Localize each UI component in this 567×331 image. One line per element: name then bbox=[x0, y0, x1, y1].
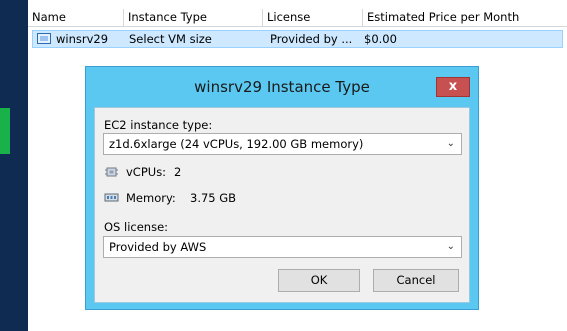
vm-icon bbox=[37, 33, 51, 44]
instance-type-label: EC2 instance type: bbox=[104, 118, 213, 132]
column-header-instance-type[interactable]: Instance Type bbox=[124, 9, 263, 26]
table-row[interactable]: winsrv29 Select VM size Provided by ... … bbox=[32, 30, 563, 48]
memory-label: Memory: bbox=[126, 191, 176, 205]
cell-instance-type: Select VM size bbox=[129, 32, 212, 46]
cpu-icon bbox=[105, 167, 118, 177]
vcpus-label: vCPUs: bbox=[126, 165, 167, 179]
instance-type-dialog: winsrv29 Instance Type x EC2 instance ty… bbox=[85, 66, 479, 310]
os-license-label: OS license: bbox=[104, 220, 169, 234]
cell-license: Provided by ... bbox=[270, 32, 353, 46]
vcpus-value: 2 bbox=[174, 165, 182, 179]
instance-type-selected-value: z1d.6xlarge (24 vCPUs, 192.00 GB memory) bbox=[109, 137, 364, 151]
column-header-license[interactable]: License bbox=[263, 9, 363, 26]
instance-type-select[interactable]: z1d.6xlarge (24 vCPUs, 192.00 GB memory)… bbox=[103, 133, 462, 155]
chevron-down-icon: ⌄ bbox=[446, 138, 455, 149]
cancel-button[interactable]: Cancel bbox=[373, 269, 459, 292]
os-license-select[interactable]: Provided by AWS ⌄ bbox=[103, 236, 462, 258]
os-license-selected-value: Provided by AWS bbox=[109, 240, 207, 254]
memory-value: 3.75 GB bbox=[190, 191, 237, 205]
close-button[interactable]: x bbox=[436, 77, 470, 97]
cell-name: winsrv29 bbox=[56, 32, 109, 46]
column-header-name[interactable]: Name bbox=[28, 9, 124, 26]
close-icon: x bbox=[448, 79, 458, 94]
memory-icon bbox=[104, 193, 119, 202]
grid-header: Name Instance Type License Estimated Pri… bbox=[28, 9, 567, 27]
ok-button[interactable]: OK bbox=[278, 269, 360, 292]
side-accent-bar bbox=[0, 108, 10, 154]
column-header-price[interactable]: Estimated Price per Month bbox=[363, 9, 567, 26]
dialog-body: EC2 instance type: z1d.6xlarge (24 vCPUs… bbox=[94, 107, 470, 303]
dialog-title: winsrv29 Instance Type bbox=[194, 78, 370, 96]
chevron-down-icon: ⌄ bbox=[446, 241, 455, 252]
cell-price: $0.00 bbox=[364, 32, 397, 46]
